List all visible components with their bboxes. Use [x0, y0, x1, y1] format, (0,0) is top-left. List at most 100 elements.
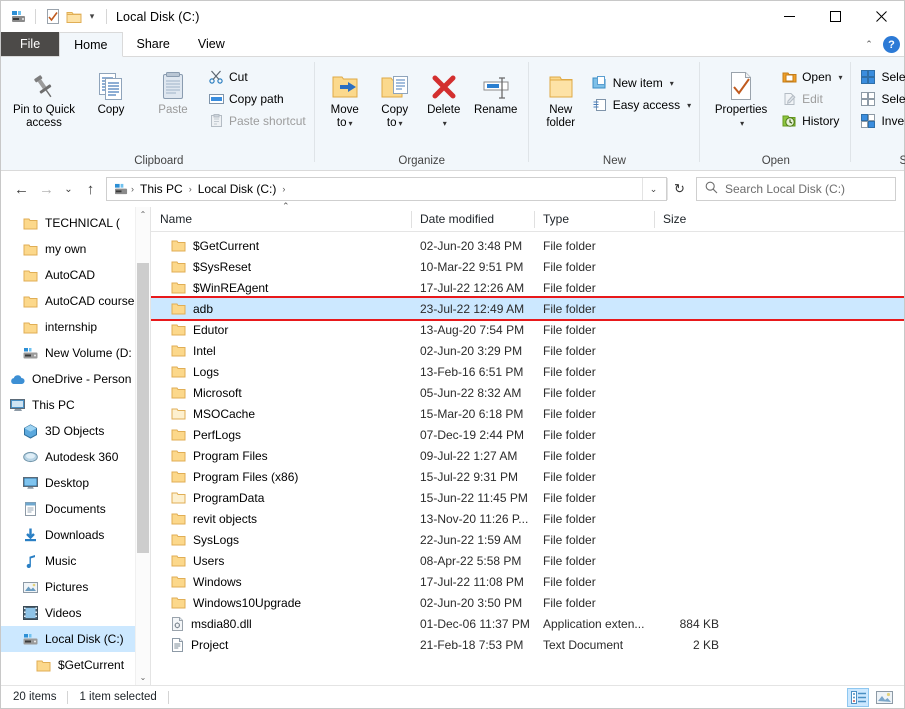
breadcrumb-item-local-disk[interactable]: Local Disk (C:): [194, 178, 281, 200]
new-item-button[interactable]: New item ▾: [588, 72, 695, 94]
table-row[interactable]: adb 23-Jul-22 12:49 AM File folder: [151, 296, 904, 321]
table-row[interactable]: SysLogs 22-Jun-22 1:59 AM File folder: [151, 529, 904, 550]
new-item-caret[interactable]: ▾: [670, 79, 674, 88]
edit-button[interactable]: Edit: [777, 88, 846, 110]
breadcrumb-item-this-pc[interactable]: This PC: [136, 178, 187, 200]
breadcrumb-sep-1[interactable]: ›: [187, 178, 194, 200]
sidebar-item-technical[interactable]: TECHNICAL (: [1, 210, 150, 236]
cut-button[interactable]: Cut: [204, 66, 310, 88]
breadcrumb-drive-icon[interactable]: [112, 183, 129, 196]
sidebar-item-autodesk-360[interactable]: Autodesk 360: [1, 444, 150, 470]
sidebar-item-videos[interactable]: Videos: [1, 600, 150, 626]
table-row[interactable]: MSOCache 15-Mar-20 6:18 PM File folder: [151, 403, 904, 424]
column-header-size[interactable]: Size: [654, 207, 731, 232]
rename-button[interactable]: Rename: [468, 60, 524, 117]
paste-button[interactable]: Paste: [142, 60, 204, 117]
easy-access-caret[interactable]: ▾: [687, 101, 691, 110]
forward-button[interactable]: →: [34, 177, 59, 201]
sidebar-item-autocad-course[interactable]: AutoCAD course: [1, 288, 150, 314]
table-row[interactable]: Program Files (x86) 15-Jul-22 9:31 PM File…: [151, 466, 904, 487]
table-row[interactable]: Microsoft 05-Jun-22 8:32 AM File folder: [151, 382, 904, 403]
scroll-down-icon[interactable]: ⌄: [136, 670, 150, 685]
scrollbar-thumb[interactable]: [137, 263, 149, 553]
select-all-button[interactable]: Select all: [856, 66, 905, 88]
refresh-button[interactable]: ↻: [667, 178, 691, 200]
drive-icon[interactable]: [8, 6, 29, 27]
table-row[interactable]: Windows 17-Jul-22 11:08 PM File folder: [151, 571, 904, 592]
address-dropdown-icon[interactable]: ⌄: [642, 178, 664, 200]
large-icons-view-button[interactable]: [873, 688, 895, 707]
copy-to-button[interactable]: Copy to ▾: [370, 60, 420, 130]
column-header-date-modified[interactable]: Date modified: [411, 207, 534, 232]
sidebar-item-music[interactable]: Music: [1, 548, 150, 574]
breadcrumb-sep-2[interactable]: ›: [280, 178, 287, 200]
move-to-button[interactable]: Move to ▾: [320, 60, 370, 130]
details-view-button[interactable]: [847, 687, 869, 707]
qat-dropdown-icon[interactable]: ▾: [84, 6, 100, 27]
properties-caret[interactable]: ▾: [740, 117, 744, 130]
table-row[interactable]: Edutor 13-Aug-20 7:54 PM File folder: [151, 319, 904, 340]
table-row[interactable]: Users 08-Apr-22 5:58 PM File folder: [151, 550, 904, 571]
sidebar-item-local-disk-c[interactable]: Local Disk (C:): [1, 626, 150, 652]
sidebar-item-downloads[interactable]: Downloads: [1, 522, 150, 548]
invert-selection-button[interactable]: Invert selection: [856, 110, 905, 132]
sidebar-item-this-pc[interactable]: This PC: [1, 392, 150, 418]
tab-view[interactable]: View: [184, 32, 239, 56]
table-row[interactable]: Intel 02-Jun-20 3:29 PM File folder: [151, 340, 904, 361]
table-row[interactable]: $GetCurrent 02-Jun-20 3:48 PM File folder: [151, 235, 904, 256]
close-button[interactable]: [858, 1, 904, 32]
up-button[interactable]: ↑: [78, 177, 103, 201]
open-button[interactable]: Open ▾: [777, 66, 846, 88]
breadcrumb[interactable]: › This PC › Local Disk (C:) › ⌄: [106, 177, 667, 201]
sidebar-item-desktop[interactable]: Desktop: [1, 470, 150, 496]
new-folder-icon[interactable]: [63, 6, 84, 27]
table-row[interactable]: Program Files 09-Jul-22 1:27 AM File folde…: [151, 445, 904, 466]
back-button[interactable]: ←: [9, 177, 34, 201]
new-folder-button[interactable]: New folder: [534, 60, 588, 130]
paste-shortcut-button[interactable]: Paste shortcut: [204, 110, 310, 132]
table-row[interactable]: PerfLogs 07-Dec-19 2:44 PM File folder: [151, 424, 904, 445]
sidebar-item-onedrive-person[interactable]: OneDrive - Person: [1, 366, 150, 392]
table-row[interactable]: ProgramData 15-Jun-22 11:45 PM File folder: [151, 487, 904, 508]
table-row[interactable]: msdia80.dll 01-Dec-06 11:37 PM Application…: [151, 613, 904, 634]
sidebar-item-pictures[interactable]: Pictures: [1, 574, 150, 600]
sidebar-item-3d-objects[interactable]: 3D Objects: [1, 418, 150, 444]
table-row[interactable]: revit objects 13-Nov-20 11:26 P... File fo…: [151, 508, 904, 529]
properties-icon[interactable]: [42, 6, 63, 27]
delete-caret[interactable]: ▾: [443, 117, 447, 130]
breadcrumb-sep-0[interactable]: ›: [129, 178, 136, 200]
tab-file[interactable]: File: [1, 32, 60, 56]
delete-button[interactable]: Delete ▾: [420, 60, 468, 130]
sidebar-item-my-own[interactable]: my own: [1, 236, 150, 262]
tab-home[interactable]: Home: [59, 32, 123, 57]
copy-to-caret[interactable]: ▾: [399, 119, 403, 128]
table-row[interactable]: Windows10Upgrade 02-Jun-20 3:50 PM File fo…: [151, 592, 904, 613]
help-icon[interactable]: ?: [883, 36, 900, 53]
sidebar-item-new-volume-d[interactable]: New Volume (D:: [1, 340, 150, 366]
copy-button[interactable]: Copy: [80, 60, 142, 117]
sidebar-item-autocad[interactable]: AutoCAD: [1, 262, 150, 288]
easy-access-button[interactable]: Easy access ▾: [588, 94, 695, 116]
recent-locations-button[interactable]: ⌄: [59, 177, 78, 201]
table-row[interactable]: $SysReset 10-Mar-22 9:51 PM File folder: [151, 256, 904, 277]
scroll-up-icon[interactable]: ⌃: [136, 207, 150, 222]
table-row[interactable]: $WinREAgent 17-Jul-22 12:26 AM File folder: [151, 277, 904, 298]
sidebar-item-sysreset[interactable]: $SysReset: [1, 678, 150, 685]
properties-button[interactable]: Properties ▾: [705, 60, 777, 130]
open-caret[interactable]: ▾: [838, 73, 842, 82]
sidebar-item-documents[interactable]: Documents: [1, 496, 150, 522]
column-header-type[interactable]: Type: [534, 207, 654, 232]
minimize-button[interactable]: [766, 1, 812, 32]
table-row[interactable]: Logs 13-Feb-16 6:51 PM File folder: [151, 361, 904, 382]
column-header-name[interactable]: ⌃ Name: [151, 201, 411, 232]
move-to-caret[interactable]: ▾: [349, 119, 353, 128]
sidebar-item-getcurrent[interactable]: $GetCurrent: [1, 652, 150, 678]
maximize-button[interactable]: [812, 1, 858, 32]
select-none-button[interactable]: Select none: [856, 88, 905, 110]
navigation-scrollbar[interactable]: ⌃ ⌄: [135, 207, 150, 685]
search-input[interactable]: Search Local Disk (C:): [696, 177, 896, 201]
tab-share[interactable]: Share: [123, 32, 184, 56]
history-button[interactable]: History: [777, 110, 846, 132]
sidebar-item-internship[interactable]: internship: [1, 314, 150, 340]
copy-path-button[interactable]: Copy path: [204, 88, 310, 110]
